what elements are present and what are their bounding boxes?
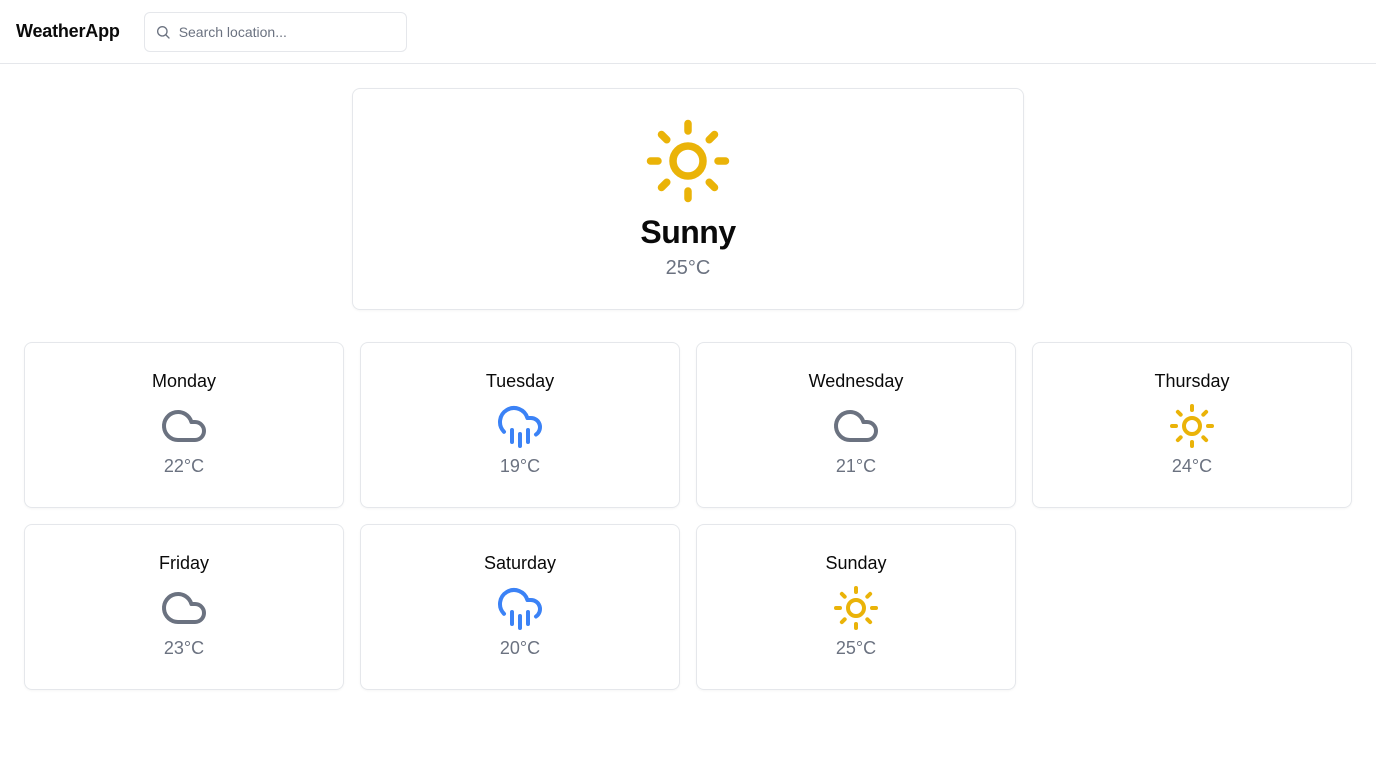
forecast-temperature: 20°C [499, 638, 541, 658]
sun-icon [643, 116, 733, 206]
rain-icon [496, 402, 544, 450]
sun-icon [1168, 402, 1216, 450]
forecast-grid: Monday 22°C Tuesday 19°C Wednesday 21°C Thu… [24, 342, 1352, 690]
forecast-day-label: Tuesday [485, 371, 555, 391]
forecast-card-wednesday[interactable]: Wednesday 21°C [696, 342, 1016, 508]
current-temperature: 25°C [665, 257, 711, 279]
forecast-temperature: 22°C [163, 456, 205, 476]
forecast-temperature: 25°C [835, 638, 877, 658]
forecast-day-label: Sunday [825, 553, 887, 573]
forecast-card-monday[interactable]: Monday 22°C [24, 342, 344, 508]
forecast-temperature: 19°C [499, 456, 541, 476]
forecast-card-thursday[interactable]: Thursday 24°C [1032, 342, 1352, 508]
forecast-day-label: Wednesday [808, 371, 904, 391]
rain-icon [496, 584, 544, 632]
forecast-day-label: Thursday [1154, 371, 1230, 391]
forecast-temperature: 21°C [835, 456, 877, 476]
forecast-day-label: Friday [158, 553, 209, 573]
forecast-card-tuesday[interactable]: Tuesday 19°C [360, 342, 680, 508]
forecast-temperature: 24°C [1171, 456, 1213, 476]
app-header: WeatherApp [0, 0, 1376, 64]
forecast-day-label: Saturday [483, 553, 557, 573]
current-condition: Sunny [640, 214, 736, 250]
forecast-day-label: Monday [151, 371, 217, 391]
forecast-card-saturday[interactable]: Saturday 20°C [360, 524, 680, 690]
search-icon [156, 25, 170, 39]
forecast-card-sunday[interactable]: Sunday 25°C [696, 524, 1016, 690]
app-brand[interactable]: WeatherApp [16, 21, 120, 42]
cloud-icon [832, 402, 880, 450]
sun-icon [832, 584, 880, 632]
search-box[interactable] [143, 11, 407, 52]
search-input[interactable] [178, 23, 396, 40]
current-weather-card: Sunny 25°C [352, 88, 1024, 310]
forecast-card-friday[interactable]: Friday 23°C [24, 524, 344, 690]
cloud-icon [160, 584, 208, 632]
cloud-icon [160, 402, 208, 450]
forecast-temperature: 23°C [163, 638, 205, 658]
